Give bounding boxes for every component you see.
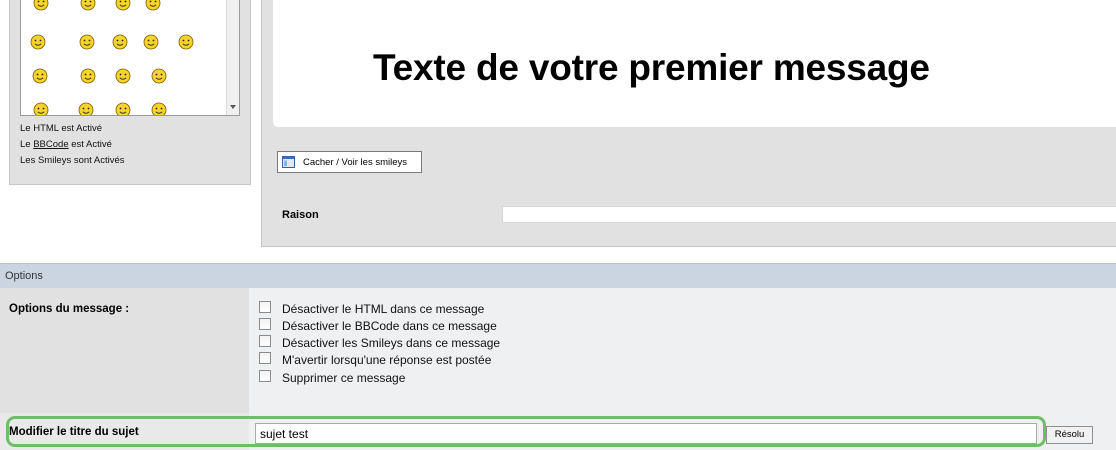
notify-reply-label: M'avertir lorsqu'une réponse est postée <box>282 353 492 367</box>
window-icon <box>282 156 295 168</box>
edit-title-label: Modifier le titre du sujet <box>9 426 139 438</box>
html-status: Le HTML est Activé <box>20 123 103 134</box>
disable-smileys-checkbox[interactable] <box>259 335 271 347</box>
delete-message-checkbox[interactable] <box>259 370 271 382</box>
raison-label: Raison <box>282 209 319 221</box>
message-text: Texte de votre premier message <box>373 47 930 88</box>
smileys-status: Les Smileys sont Activés <box>20 155 125 166</box>
bbcode-link[interactable]: BBCode <box>33 139 68 150</box>
viking-smiley-icon[interactable] <box>76 99 96 116</box>
raison-input[interactable] <box>502 206 1116 223</box>
disable-html-label: Désactiver le HTML dans ce message <box>282 302 485 316</box>
pharaoh-smiley-icon[interactable] <box>78 65 98 85</box>
delete-message-label: Supprimer ce message <box>282 371 406 385</box>
sleepy-smiley-icon[interactable] <box>31 0 51 12</box>
smile-smiley-icon[interactable] <box>113 0 133 12</box>
sun-crown-smiley-icon[interactable] <box>113 65 133 85</box>
smiley-scrollbar[interactable] <box>226 0 239 115</box>
disable-smileys-label: Désactiver les Smileys dans ce message <box>282 336 501 350</box>
scroll-down-arrow-icon[interactable] <box>230 105 236 109</box>
sleeping-smiley-icon[interactable] <box>28 31 48 51</box>
jester-smiley-icon[interactable] <box>31 99 51 116</box>
options-header: Options <box>0 263 1116 288</box>
disable-html-checkbox[interactable] <box>259 301 271 313</box>
topic-title-input[interactable] <box>255 423 1037 444</box>
message-editor[interactable]: Texte de votre premier message <box>273 0 1116 127</box>
toggle-smileys-label: Cacher / Voir les smileys <box>303 157 408 168</box>
cherry-smiley-icon[interactable] <box>141 31 161 51</box>
smile-smiley-icon[interactable] <box>149 99 169 116</box>
bbcode-status: Le BBCode est Activé <box>20 139 112 150</box>
toggle-smileys-button[interactable]: Cacher / Voir les smileys <box>277 151 422 173</box>
angel-smiley-icon[interactable] <box>78 0 98 12</box>
notify-reply-checkbox[interactable] <box>259 352 271 364</box>
bbcode-status-suffix: est Activé <box>68 139 112 150</box>
banana-smiley-icon[interactable] <box>113 99 133 116</box>
disable-bbcode-label: Désactiver le BBCode dans ce message <box>282 319 497 333</box>
santa-smiley-icon[interactable] <box>176 31 196 51</box>
message-options-label: Options du message : <box>9 303 130 315</box>
bbcode-status-prefix: Le <box>20 139 34 150</box>
resolved-button[interactable]: Résolu <box>1046 426 1093 444</box>
king-smiley-icon[interactable] <box>149 65 169 85</box>
smiley-list <box>20 0 240 116</box>
reindeer-smiley-icon[interactable] <box>30 65 50 85</box>
bunny-smiley-icon[interactable] <box>110 31 130 51</box>
happy-smiley-icon[interactable] <box>143 0 163 12</box>
disable-bbcode-checkbox[interactable] <box>259 318 271 330</box>
sun-smiley-icon[interactable] <box>77 31 97 51</box>
options-header-label: Options <box>5 270 43 282</box>
